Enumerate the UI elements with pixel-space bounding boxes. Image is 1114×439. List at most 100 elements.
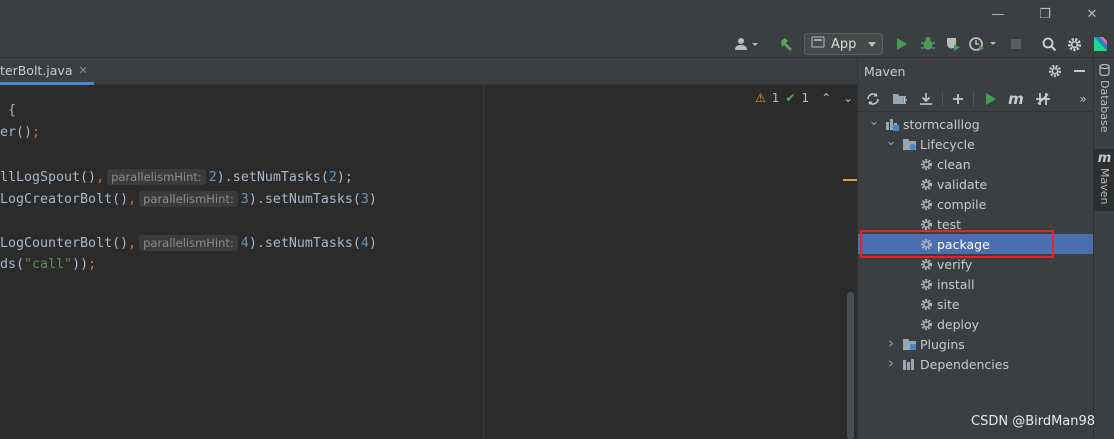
tree-item-label: Lifecycle bbox=[920, 136, 975, 152]
jetbrains-logo-icon[interactable] bbox=[1090, 34, 1110, 54]
warning-scroll-marker[interactable] bbox=[843, 179, 857, 181]
check-count: 1 bbox=[801, 91, 810, 105]
number-literal: 4 bbox=[240, 236, 249, 251]
maven-header: Maven bbox=[858, 58, 1094, 85]
editor-tab-bar: terBolt.java ✕ bbox=[0, 58, 857, 85]
tree-item-validate[interactable]: validate bbox=[858, 174, 1094, 194]
tree-item-stormcalllog[interactable]: ⌄ stormcalllog bbox=[858, 114, 1094, 134]
code-token: LogCreatorBolt() bbox=[0, 192, 129, 207]
gear-icon bbox=[918, 276, 934, 292]
inspection-widget[interactable]: ⚠ 1 ✔ 1 ⌃ ⌄ bbox=[755, 91, 853, 105]
run-configuration-select[interactable]: App bbox=[804, 33, 883, 55]
maven-label: Maven bbox=[1098, 168, 1111, 205]
profile-icon[interactable] bbox=[967, 34, 999, 54]
tree-item-lifecycle[interactable]: ⌄ Lifecycle bbox=[858, 134, 1094, 154]
warning-icon: ⚠ bbox=[755, 91, 766, 105]
maven-toolbar: m » bbox=[858, 86, 1094, 112]
editor-tab-label: terBolt.java bbox=[0, 62, 73, 78]
code-token: ).setNumTasks( bbox=[248, 192, 361, 207]
gear-icon bbox=[918, 176, 934, 192]
maven-tool-button[interactable]: m Maven bbox=[1094, 149, 1114, 211]
tree-item-label: validate bbox=[937, 176, 988, 192]
previous-highlight-button[interactable]: ⌃ bbox=[821, 91, 831, 105]
code-token: ; bbox=[88, 257, 97, 272]
code-token: ) bbox=[368, 192, 377, 207]
parameter-hint: parallelismHint: bbox=[139, 235, 238, 251]
run-config-label: App bbox=[831, 36, 857, 52]
tree-item-plugins[interactable]: › Plugins bbox=[858, 334, 1094, 354]
maven-m-icon[interactable]: m bbox=[1007, 90, 1025, 108]
restore-button[interactable]: ❐ bbox=[1031, 5, 1059, 25]
code-line: LogCounterBolt(), parallelismHint: 4).setN… bbox=[0, 235, 377, 251]
right-margin-guide bbox=[483, 85, 484, 439]
chevron-right-icon[interactable]: › bbox=[885, 354, 897, 372]
editor-tab[interactable]: terBolt.java ✕ bbox=[0, 58, 94, 85]
number-literal: 3 bbox=[360, 192, 369, 207]
code-token: , bbox=[96, 170, 105, 185]
build-hammer-icon[interactable] bbox=[776, 34, 796, 54]
chevron-down-icon[interactable]: ⌄ bbox=[885, 134, 897, 149]
gear-icon bbox=[918, 156, 934, 172]
tree-item-clean[interactable]: clean bbox=[858, 154, 1094, 174]
code-token: , bbox=[128, 236, 137, 251]
parameter-hint: parallelismHint: bbox=[107, 169, 206, 185]
skip-tests-icon[interactable] bbox=[1033, 90, 1053, 108]
string-literal: "call" bbox=[24, 257, 73, 272]
settings-icon[interactable] bbox=[1065, 34, 1083, 54]
download-icon[interactable] bbox=[917, 90, 935, 108]
minimize-button[interactable]: — bbox=[984, 5, 1012, 25]
editor-scrollbar[interactable] bbox=[847, 292, 854, 439]
number-literal: 4 bbox=[360, 236, 369, 251]
next-highlight-button[interactable]: ⌄ bbox=[843, 91, 853, 105]
database-tool-button[interactable]: Database bbox=[1094, 64, 1114, 133]
gear-icon bbox=[918, 256, 934, 272]
app-config-icon bbox=[811, 36, 825, 52]
close-window-button[interactable]: ✕ bbox=[1078, 5, 1106, 25]
database-label: Database bbox=[1098, 80, 1111, 133]
run-icon[interactable] bbox=[982, 90, 1000, 108]
tree-item-deploy[interactable]: deploy bbox=[858, 314, 1094, 334]
tree-item-site[interactable]: site bbox=[858, 294, 1094, 314]
number-literal: 3 bbox=[240, 192, 249, 207]
warning-count: 1 bbox=[771, 91, 780, 105]
code-token: llLogSpout() bbox=[0, 170, 97, 185]
user-icon[interactable] bbox=[732, 34, 762, 54]
hide-panel-icon[interactable] bbox=[1074, 70, 1085, 72]
tree-item-label: clean bbox=[937, 156, 971, 172]
debug-icon[interactable] bbox=[918, 34, 938, 54]
tree-item-compile[interactable]: compile bbox=[858, 194, 1094, 214]
tree-item-dependencies[interactable]: › Dependencies bbox=[858, 354, 1094, 374]
stop-icon[interactable] bbox=[1008, 34, 1024, 54]
tree-item-label: verify bbox=[937, 256, 973, 272]
run-icon[interactable] bbox=[893, 34, 911, 54]
code-token: )) bbox=[72, 257, 89, 272]
tree-item-label: stormcalllog bbox=[903, 116, 980, 132]
code-line: er(); bbox=[0, 125, 40, 140]
annotation-highlight-box bbox=[860, 230, 1054, 258]
tree-item-label: site bbox=[937, 296, 960, 312]
tree-item-install[interactable]: install bbox=[858, 274, 1094, 294]
reload-icon[interactable] bbox=[865, 90, 881, 108]
code-token: LogCounterBolt() bbox=[0, 236, 129, 251]
search-icon[interactable] bbox=[1040, 34, 1058, 54]
number-literal: 2 bbox=[328, 170, 337, 185]
gear-icon bbox=[918, 296, 934, 312]
code-token: ).setNumTasks( bbox=[248, 236, 361, 251]
code-token: ds( bbox=[0, 257, 25, 272]
code-line: llLogSpout(), parallelismHint: 2).setNumTa… bbox=[0, 169, 353, 185]
settings-icon[interactable] bbox=[1048, 64, 1062, 81]
more-icon[interactable]: » bbox=[1076, 90, 1090, 108]
code-area[interactable]: {er(); llLogSpout(), parallelismHint: 2).se… bbox=[0, 85, 857, 439]
code-token: { bbox=[0, 103, 17, 118]
maven-m-icon: m bbox=[1097, 151, 1112, 166]
tree-item-label: Plugins bbox=[920, 336, 965, 352]
close-icon[interactable]: ✕ bbox=[79, 64, 88, 77]
chevron-right-icon[interactable]: › bbox=[885, 334, 897, 352]
right-tool-stripe: Database m Maven bbox=[1093, 58, 1114, 439]
coverage-icon[interactable] bbox=[943, 34, 963, 54]
check-icon: ✔ bbox=[785, 91, 796, 105]
tree-item-label: Dependencies bbox=[920, 356, 1009, 372]
chevron-down-icon[interactable]: ⌄ bbox=[868, 114, 880, 129]
plus-icon[interactable] bbox=[949, 90, 967, 108]
add-folder-icon[interactable] bbox=[891, 90, 909, 108]
